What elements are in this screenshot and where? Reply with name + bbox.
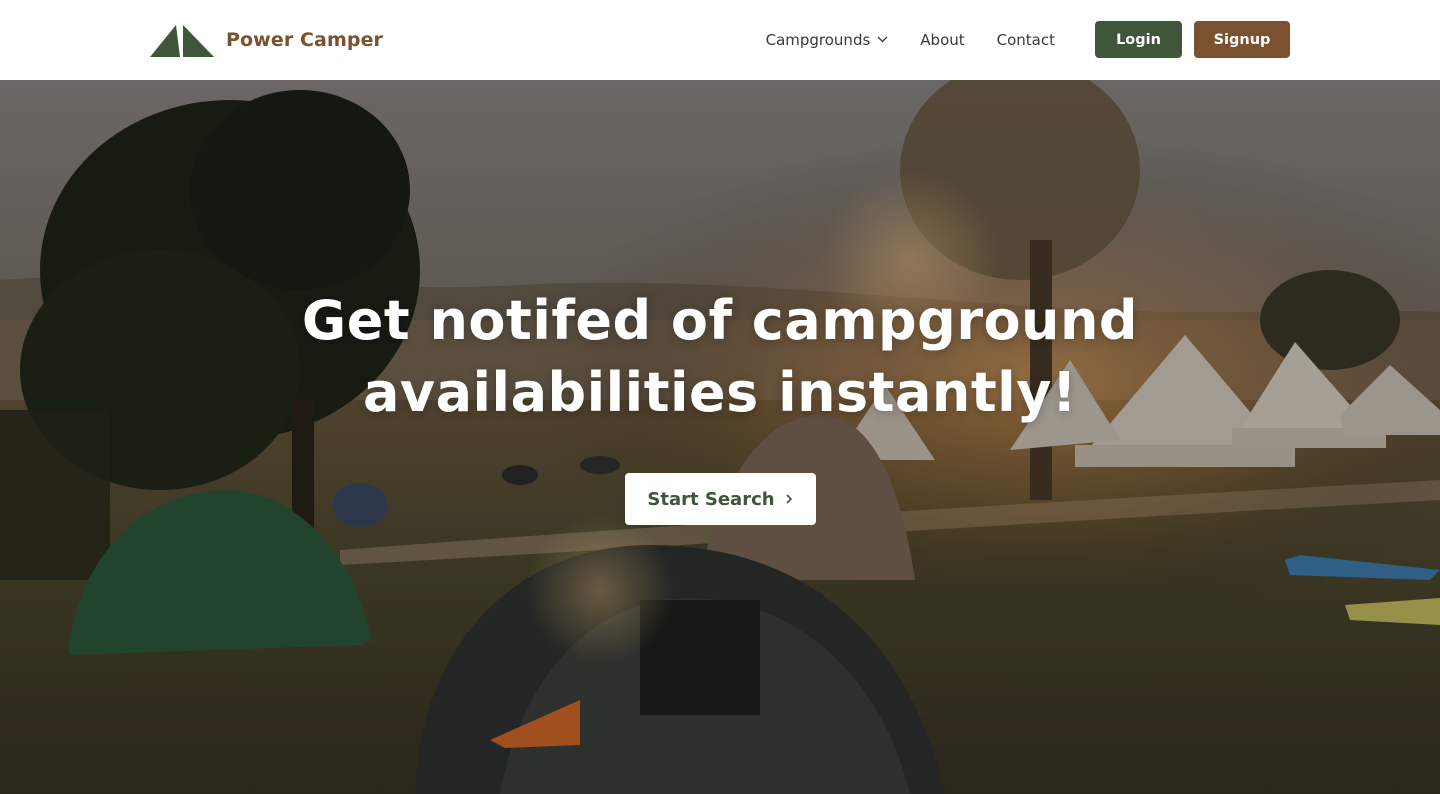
chevron-right-icon	[785, 493, 793, 505]
login-button[interactable]: Login	[1095, 21, 1182, 58]
nav-about-link[interactable]: About	[920, 31, 964, 49]
nav-campgrounds-label: Campgrounds	[765, 30, 871, 49]
tent-mountain-logo-icon	[150, 25, 214, 57]
brand-link[interactable]: Power Camper	[150, 22, 383, 58]
hero-title: Get notifed of campground availabilities…	[301, 289, 1139, 424]
hero-content: Get notifed of campground availabilities…	[0, 80, 1440, 794]
site-header: Power Camper Campgrounds About Contact L…	[0, 0, 1440, 80]
nav-campgrounds-dropdown[interactable]: Campgrounds	[766, 31, 889, 49]
chevron-down-icon	[877, 36, 888, 43]
start-search-button[interactable]: Start Search	[624, 473, 816, 525]
hero-section: Get notifed of campground availabilities…	[0, 80, 1440, 794]
nav-contact-link[interactable]: Contact	[997, 31, 1055, 49]
main-nav: Campgrounds About Contact Login Signup	[766, 21, 1290, 58]
brand-name: Power Camper	[226, 29, 384, 51]
start-search-label: Start Search	[647, 488, 775, 510]
signup-button[interactable]: Signup	[1194, 21, 1290, 58]
